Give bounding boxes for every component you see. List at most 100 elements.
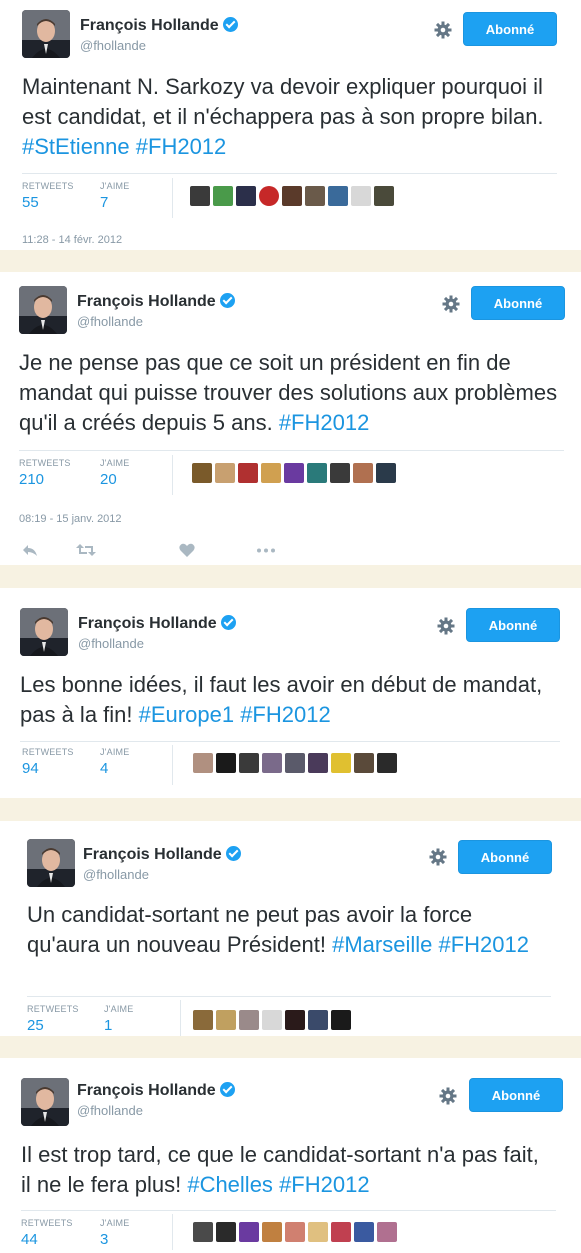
hashtag-link[interactable]: #Marseille (332, 932, 432, 957)
liker-avatar[interactable] (377, 1222, 397, 1242)
liker-avatar[interactable] (305, 186, 325, 206)
liker-avatar[interactable] (308, 1010, 328, 1030)
liker-avatar[interactable] (353, 463, 373, 483)
liker-avatar[interactable] (193, 1222, 213, 1242)
gear-icon[interactable] (433, 20, 453, 40)
author-name[interactable]: François Hollande (77, 293, 235, 311)
liker-avatar[interactable] (308, 753, 328, 773)
follow-button[interactable]: Abonné (463, 12, 557, 46)
likers-avatars[interactable] (193, 1010, 351, 1032)
hashtag-link[interactable]: #FH2012 (279, 1172, 370, 1197)
retweets-count[interactable]: 25 (27, 1017, 44, 1034)
liker-avatar[interactable] (213, 186, 233, 206)
liker-avatar[interactable] (331, 1222, 351, 1242)
gear-icon[interactable] (438, 1086, 458, 1106)
like-icon[interactable] (179, 543, 195, 557)
hashtag-link[interactable]: #FH2012 (240, 702, 331, 727)
more-icon[interactable] (256, 548, 276, 553)
gear-icon[interactable] (428, 847, 448, 867)
follow-button[interactable]: Abonné (466, 608, 560, 642)
liker-avatar[interactable] (261, 463, 281, 483)
liker-avatar[interactable] (331, 1010, 351, 1030)
liker-avatar[interactable] (284, 463, 304, 483)
liker-avatar[interactable] (285, 753, 305, 773)
likes-count[interactable]: 7 (100, 194, 108, 211)
author-name[interactable]: François Hollande (83, 846, 241, 864)
author-name[interactable]: François Hollande (78, 615, 236, 633)
avatar[interactable] (19, 286, 67, 334)
liker-avatar[interactable] (192, 463, 212, 483)
author-handle[interactable]: @fhollande (80, 38, 146, 53)
reply-icon[interactable] (22, 543, 38, 557)
follow-button[interactable]: Abonné (471, 286, 565, 320)
likes-count[interactable]: 20 (100, 471, 117, 488)
avatar[interactable] (20, 608, 68, 656)
hashtag-link[interactable]: #FH2012 (439, 932, 530, 957)
liker-avatar[interactable] (374, 186, 394, 206)
liker-avatar[interactable] (262, 1010, 282, 1030)
hashtag-link[interactable]: #FH2012 (279, 410, 370, 435)
author-name[interactable]: François Hollande (77, 1082, 235, 1100)
liker-avatar[interactable] (193, 753, 213, 773)
liker-avatar[interactable] (216, 1222, 236, 1242)
likers-avatars[interactable] (193, 753, 397, 775)
tweet-card[interactable]: François Hollande @fhollande Abonné Les … (0, 588, 581, 798)
liker-avatar[interactable] (285, 1010, 305, 1030)
liker-avatar[interactable] (376, 463, 396, 483)
likes-count[interactable]: 4 (100, 760, 108, 777)
avatar[interactable] (21, 1078, 69, 1126)
tweet-timestamp[interactable]: 08:19 - 15 janv. 2012 (19, 513, 122, 525)
author-handle[interactable]: @fhollande (77, 1103, 143, 1118)
gear-icon[interactable] (441, 294, 461, 314)
liker-avatar[interactable] (239, 753, 259, 773)
liker-avatar[interactable] (259, 186, 279, 206)
liker-avatar[interactable] (239, 1010, 259, 1030)
follow-button[interactable]: Abonné (469, 1078, 563, 1112)
tweet-card[interactable]: François Hollande @fhollande Abonné Main… (0, 0, 581, 250)
tweet-card[interactable]: François Hollande @fhollande Abonné Je n… (0, 272, 581, 565)
author-handle[interactable]: @fhollande (78, 636, 144, 651)
likers-avatars[interactable] (193, 1222, 397, 1244)
retweets-count[interactable]: 55 (22, 194, 39, 211)
liker-avatar[interactable] (216, 1010, 236, 1030)
retweets-count[interactable]: 44 (21, 1231, 38, 1248)
author-handle[interactable]: @fhollande (77, 314, 143, 329)
gear-icon[interactable] (436, 616, 456, 636)
liker-avatar[interactable] (239, 1222, 259, 1242)
likes-count[interactable]: 1 (104, 1017, 112, 1034)
follow-button[interactable]: Abonné (458, 840, 552, 874)
liker-avatar[interactable] (215, 463, 235, 483)
retweets-count[interactable]: 94 (22, 760, 39, 777)
liker-avatar[interactable] (354, 753, 374, 773)
retweet-icon[interactable] (76, 543, 96, 557)
liker-avatar[interactable] (282, 186, 302, 206)
author-handle[interactable]: @fhollande (83, 867, 149, 882)
likers-avatars[interactable] (190, 186, 394, 208)
liker-avatar[interactable] (307, 463, 327, 483)
liker-avatar[interactable] (193, 1010, 213, 1030)
likes-count[interactable]: 3 (100, 1231, 108, 1248)
liker-avatar[interactable] (216, 753, 236, 773)
liker-avatar[interactable] (238, 463, 258, 483)
liker-avatar[interactable] (351, 186, 371, 206)
hashtag-link[interactable]: #Europe1 (139, 702, 234, 727)
liker-avatar[interactable] (236, 186, 256, 206)
liker-avatar[interactable] (330, 463, 350, 483)
liker-avatar[interactable] (328, 186, 348, 206)
hashtag-link[interactable]: #StEtienne (22, 134, 130, 159)
liker-avatar[interactable] (190, 186, 210, 206)
liker-avatar[interactable] (308, 1222, 328, 1242)
author-name[interactable]: François Hollande (80, 17, 238, 35)
hashtag-link[interactable]: #Chelles (187, 1172, 273, 1197)
tweet-card[interactable]: François Hollande @fhollande Abonné Il e… (0, 1058, 581, 1253)
liker-avatar[interactable] (262, 1222, 282, 1242)
hashtag-link[interactable]: #FH2012 (136, 134, 227, 159)
retweets-count[interactable]: 210 (19, 471, 44, 488)
liker-avatar[interactable] (377, 753, 397, 773)
avatar[interactable] (22, 10, 70, 58)
liker-avatar[interactable] (262, 753, 282, 773)
avatar[interactable] (27, 839, 75, 887)
likers-avatars[interactable] (192, 463, 396, 485)
liker-avatar[interactable] (331, 753, 351, 773)
liker-avatar[interactable] (354, 1222, 374, 1242)
